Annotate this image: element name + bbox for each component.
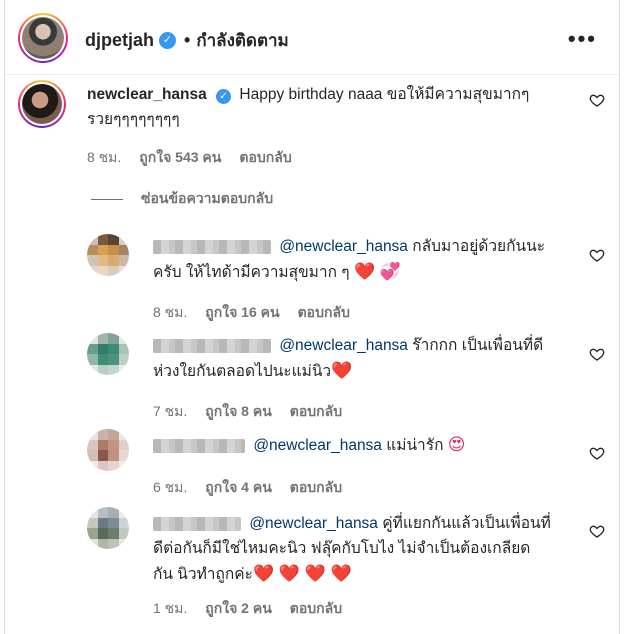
reply-text-line2: ห่วงใยกันตลอดไปนะแม่นิว bbox=[153, 363, 332, 380]
like-heart-icon[interactable] bbox=[589, 346, 605, 362]
reply-text: ร๊ากกก เป็นเพื่อนที่ดี bbox=[412, 337, 544, 354]
reply-time: 6 ชม. bbox=[153, 479, 188, 495]
author-username[interactable]: djpetjah bbox=[85, 30, 154, 51]
hide-replies-button[interactable]: ซ่อนข้อความตอบกลับ bbox=[91, 188, 273, 210]
like-heart-icon[interactable] bbox=[589, 523, 605, 539]
reply-avatar[interactable] bbox=[87, 429, 129, 471]
reply-likes-count[interactable]: ถูกใจ 16 คน bbox=[205, 302, 279, 324]
like-heart-icon[interactable] bbox=[589, 247, 605, 263]
reply-time: 8 ชม. bbox=[153, 304, 188, 320]
comment-time: 8 ชม. bbox=[87, 149, 122, 165]
reply-mention-link[interactable]: @newclear_hansa bbox=[253, 437, 382, 454]
likes-count[interactable]: ถูกใจ 543 คน bbox=[139, 147, 221, 169]
reply-avatar[interactable] bbox=[87, 333, 129, 375]
reply-button[interactable]: ตอบกลับ bbox=[239, 147, 291, 169]
verified-badge-icon: ✓ bbox=[216, 89, 232, 104]
comment-text: Happy birthday naaa ขอให้มีความสุขมากๆ bbox=[239, 86, 530, 103]
reply-likes-count[interactable]: ถูกใจ 4 คน bbox=[205, 477, 272, 499]
more-options-icon[interactable]: ••• bbox=[568, 26, 597, 52]
blurred-username bbox=[153, 438, 245, 453]
verified-badge-icon: ✓ bbox=[159, 32, 177, 49]
reply-likes-count[interactable]: ถูกใจ 8 คน bbox=[205, 401, 272, 423]
commenter-username[interactable]: newclear_hansa bbox=[87, 86, 207, 103]
author-avatar[interactable] bbox=[18, 13, 68, 63]
separator-dot: • bbox=[184, 30, 191, 50]
reply-button[interactable]: ตอบกลับ bbox=[298, 302, 350, 324]
reply-mention-link[interactable]: @newclear_hansa bbox=[249, 515, 378, 532]
reply-text-line2: ครับ ให้ไทด้ามีความสุขมาก ๆ bbox=[153, 264, 350, 281]
heart-emoji: ❤️ ❤️ ❤️ ❤️ bbox=[252, 564, 352, 583]
reply-avatar[interactable] bbox=[87, 507, 129, 549]
reply-text: แม่น่ารัก bbox=[386, 437, 444, 454]
hide-replies-line bbox=[91, 198, 123, 200]
blurred-username bbox=[153, 239, 271, 254]
following-button[interactable]: กำลังติดตาม bbox=[196, 27, 288, 54]
post-header: djpetjah ✓ • กำลังติดตาม ••• bbox=[5, 0, 619, 75]
blurred-username bbox=[153, 516, 241, 531]
reply-mention-link[interactable]: @newclear_hansa bbox=[279, 238, 408, 255]
reply-button[interactable]: ตอบกลับ bbox=[290, 401, 342, 423]
reply-button[interactable]: ตอบกลับ bbox=[290, 477, 342, 499]
blurred-username bbox=[153, 338, 271, 353]
reply-text-line3: กัน นิวทำถูกค่ะ bbox=[153, 566, 253, 583]
reply-mention-link[interactable]: @newclear_hansa bbox=[279, 337, 408, 354]
reply-avatar[interactable] bbox=[87, 234, 129, 276]
heart-emoji: ❤️ bbox=[331, 361, 353, 380]
reply-text-line2: ดีต่อกันก็มีใช่ไหมคะนิว ฟลุ๊คกับโบไง ไม่… bbox=[153, 540, 531, 557]
reply-text: คู่ที่แยกกันแล้วเป็นเพื่อนที่ bbox=[382, 515, 551, 532]
hide-replies-label: ซ่อนข้อความตอบกลับ bbox=[141, 190, 274, 206]
reply-button[interactable]: ตอบกลับ bbox=[290, 598, 342, 620]
commenter-avatar[interactable] bbox=[18, 80, 66, 128]
reply-time: 1 ชม. bbox=[153, 600, 188, 616]
like-heart-icon[interactable] bbox=[589, 92, 605, 108]
comment-panel: djpetjah ✓ • กำลังติดตาม ••• newclear_ha… bbox=[4, 0, 620, 634]
heart-eyes-emoji: 😍 bbox=[447, 435, 466, 454]
like-heart-icon[interactable] bbox=[589, 445, 605, 461]
reply-text: กลับมาอยู่ด้วยกันนะ bbox=[412, 238, 546, 255]
reply-time: 7 ชม. bbox=[153, 403, 188, 419]
comment-text-line2: รวยๆๆๆๆๆๆๆๆ bbox=[87, 111, 180, 128]
reply-likes-count[interactable]: ถูกใจ 2 คน bbox=[205, 598, 272, 620]
heart-emoji: ❤️ 💞 bbox=[353, 262, 401, 281]
